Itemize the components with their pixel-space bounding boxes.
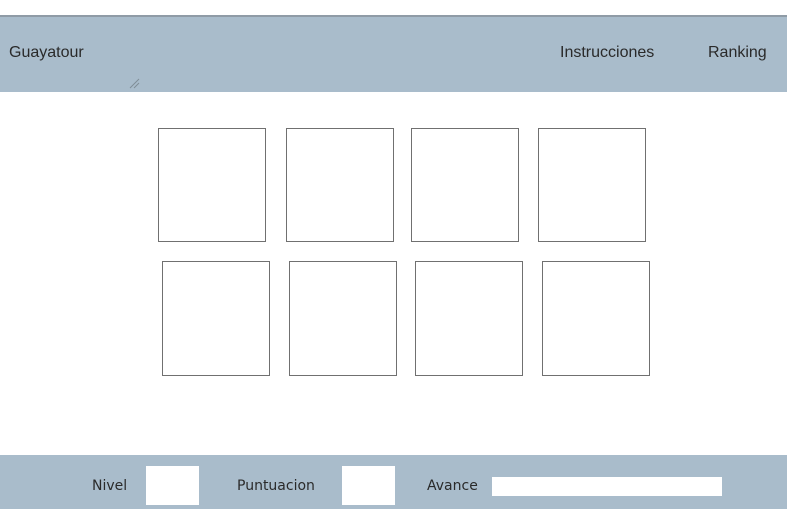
score-field[interactable] [342,466,395,505]
memory-card[interactable] [415,261,523,376]
level-label: Nivel [92,478,128,494]
memory-card[interactable] [289,261,397,376]
score-label: Puntuacion [237,478,315,494]
memory-card[interactable] [538,128,646,242]
resize-grip-icon [129,78,140,89]
header-bar: Guayatour Instrucciones Ranking [0,17,787,92]
memory-card[interactable] [286,128,394,242]
level-field[interactable] [146,466,199,505]
memory-card[interactable] [158,128,266,242]
progress-label: Avance [427,478,478,494]
memory-card[interactable] [542,261,650,376]
memory-card[interactable] [411,128,519,242]
app-title: Guayatour [9,44,84,61]
memory-card[interactable] [162,261,270,376]
instructions-link[interactable]: Instrucciones [560,44,654,62]
game-window: Guayatour Instrucciones Ranking Nivel Pu… [0,0,787,509]
status-bar: Nivel Puntuacion Avance [0,455,787,509]
ranking-link[interactable]: Ranking [708,44,767,62]
progress-bar [492,477,722,496]
